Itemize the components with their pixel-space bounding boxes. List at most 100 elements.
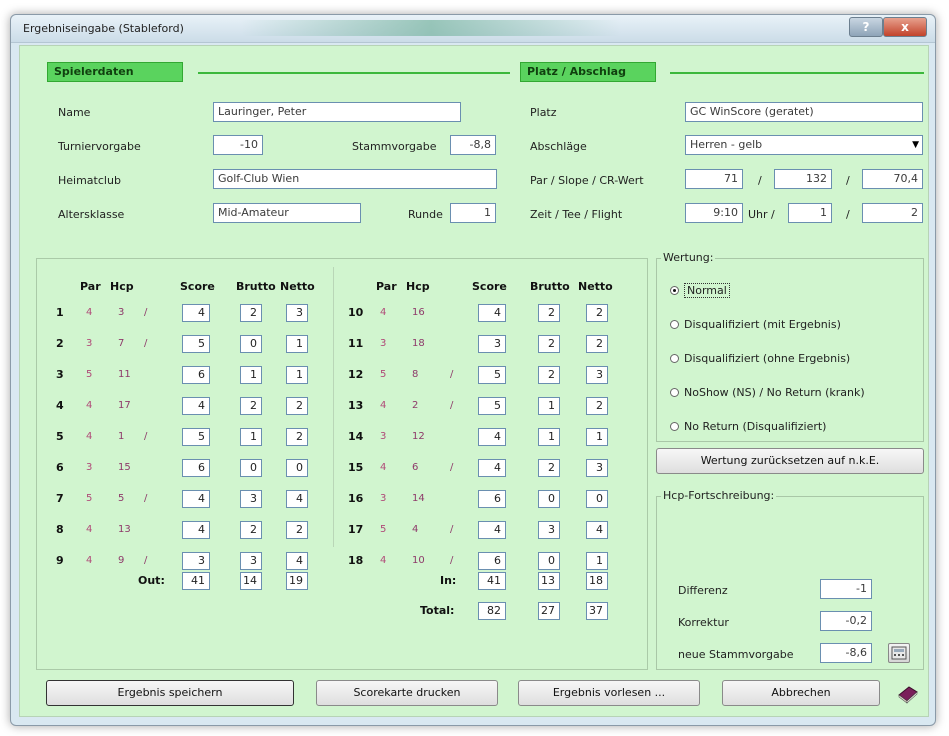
hole-hcp: 18 — [412, 338, 425, 349]
wertung-option[interactable]: Disqualifiziert (mit Ergebnis) — [670, 318, 841, 331]
differenz-field[interactable]: -1 — [820, 579, 872, 599]
title-bar[interactable]: Ergebniseingabe (Stableford) ? x — [11, 15, 935, 43]
total-brutto: 27 — [538, 602, 560, 620]
differenz-label: Differenz — [678, 584, 728, 597]
hole-number: 18 — [348, 554, 364, 567]
score-input[interactable]: 3 — [182, 552, 210, 570]
netto-field: 2 — [286, 521, 308, 539]
score-input[interactable]: 5 — [478, 397, 506, 415]
hole-hcp: 14 — [412, 493, 425, 504]
netto-field: 1 — [286, 335, 308, 353]
score-input[interactable]: 4 — [478, 304, 506, 322]
close-button[interactable]: x — [883, 17, 927, 37]
wertung-title: Wertung: — [661, 251, 716, 264]
score-input[interactable]: 5 — [478, 366, 506, 384]
read-result-button[interactable]: Ergebnis vorlesen ... — [518, 680, 700, 706]
hole-hcp: 1 — [118, 431, 125, 442]
hole-par: 4 — [380, 462, 387, 473]
column-header-netto: Netto — [280, 280, 315, 293]
netto-field: 3 — [586, 459, 608, 477]
score-input[interactable]: 4 — [182, 397, 210, 415]
wertung-option-label: Disqualifiziert (mit Ergebnis) — [684, 318, 841, 331]
hole-hcp: 9 — [118, 555, 125, 566]
radio-button[interactable] — [670, 354, 679, 363]
wertung-reset-button[interactable]: Wertung zurücksetzen auf n.k.E. — [656, 448, 924, 474]
hole-hcp: 5 — [118, 493, 125, 504]
par-field[interactable]: 71 — [685, 169, 743, 189]
score-input[interactable]: 6 — [182, 366, 210, 384]
section-header-platz: Platz / Abschlag — [520, 62, 656, 82]
korrektur-field[interactable]: -0,2 — [820, 611, 872, 631]
book-icon[interactable] — [896, 683, 920, 705]
netto-field: 4 — [286, 552, 308, 570]
platz-field[interactable]: GC WinScore (geratet) — [685, 102, 923, 122]
help-button[interactable]: ? — [849, 17, 883, 37]
brutto-field: 2 — [538, 304, 560, 322]
hole-par: 4 — [86, 555, 93, 566]
score-input[interactable]: 6 — [478, 552, 506, 570]
score-input[interactable]: 4 — [478, 521, 506, 539]
turniervorgabe-field[interactable]: -10 — [213, 135, 263, 155]
in-label: In: — [440, 574, 457, 587]
flight-field[interactable]: 2 — [862, 203, 923, 223]
hole-par: 4 — [86, 400, 93, 411]
tee-field[interactable]: 1 — [788, 203, 832, 223]
zeit-field[interactable]: 9:10 — [685, 203, 743, 223]
dialog-window: Ergebniseingabe (Stableford) ? x Spieler… — [10, 14, 936, 726]
radio-button[interactable] — [670, 286, 679, 295]
score-input[interactable]: 4 — [478, 459, 506, 477]
slope-field[interactable]: 132 — [774, 169, 832, 189]
hole-hcp: 10 — [412, 555, 425, 566]
radio-button[interactable] — [670, 388, 679, 397]
print-scorecard-button[interactable]: Scorekarte drucken — [316, 680, 498, 706]
score-input[interactable]: 5 — [182, 428, 210, 446]
brutto-field: 3 — [538, 521, 560, 539]
heimatclub-field[interactable]: Golf-Club Wien — [213, 169, 497, 189]
dialog-client: Spielerdaten Platz / Abschlag Name Lauri… — [19, 45, 929, 717]
radio-button[interactable] — [670, 422, 679, 431]
turniervorgabe-label: Turniervorgabe — [58, 140, 141, 153]
score-input[interactable]: 6 — [478, 490, 506, 508]
calculator-button[interactable] — [888, 643, 910, 663]
hole-hcp: 3 — [118, 307, 125, 318]
name-field[interactable]: Lauringer, Peter — [213, 102, 461, 122]
brutto-field: 2 — [240, 397, 262, 415]
hole-par: 5 — [86, 369, 93, 380]
separator: / — [846, 208, 850, 221]
wertung-option[interactable]: No Return (Disqualifiziert) — [670, 420, 826, 433]
score-input[interactable]: 5 — [182, 335, 210, 353]
separator: / — [758, 174, 762, 187]
wertung-option[interactable]: NoShow (NS) / No Return (krank) — [670, 386, 865, 399]
score-input[interactable]: 4 — [182, 521, 210, 539]
score-input[interactable]: 6 — [182, 459, 210, 477]
chevron-down-icon[interactable]: ▼ — [912, 136, 919, 154]
save-result-button[interactable]: Ergebnis speichern — [46, 680, 294, 706]
wertung-option[interactable]: Normal — [670, 283, 730, 298]
header-divider — [198, 72, 510, 74]
netto-field: 2 — [286, 428, 308, 446]
cr-field[interactable]: 70,4 — [862, 169, 923, 189]
wertung-option[interactable]: Disqualifiziert (ohne Ergebnis) — [670, 352, 850, 365]
altersklasse-field[interactable]: Mid-Amateur — [213, 203, 361, 223]
stroke-marker: / — [450, 462, 454, 473]
stammvorgabe-field[interactable]: -8,8 — [450, 135, 496, 155]
radio-button[interactable] — [670, 320, 679, 329]
abschlaege-select[interactable]: Herren - gelb ▼ — [685, 135, 923, 155]
runde-field[interactable]: 1 — [450, 203, 496, 223]
netto-field: 1 — [286, 366, 308, 384]
score-input[interactable]: 3 — [478, 335, 506, 353]
brutto-field: 0 — [538, 490, 560, 508]
column-header-score: Score — [180, 280, 215, 293]
score-input[interactable]: 4 — [182, 490, 210, 508]
name-label: Name — [58, 106, 91, 119]
score-input[interactable]: 4 — [478, 428, 506, 446]
cancel-button[interactable]: Abbrechen — [722, 680, 880, 706]
hole-number: 4 — [56, 399, 64, 412]
hole-hcp: 8 — [412, 369, 419, 380]
brutto-field: 1 — [240, 366, 262, 384]
hole-hcp: 16 — [412, 307, 425, 318]
stroke-marker: / — [450, 555, 454, 566]
heimatclub-label: Heimatclub — [58, 174, 121, 187]
score-input[interactable]: 4 — [182, 304, 210, 322]
neue-stammvorgabe-field[interactable]: -8,6 — [820, 643, 872, 663]
